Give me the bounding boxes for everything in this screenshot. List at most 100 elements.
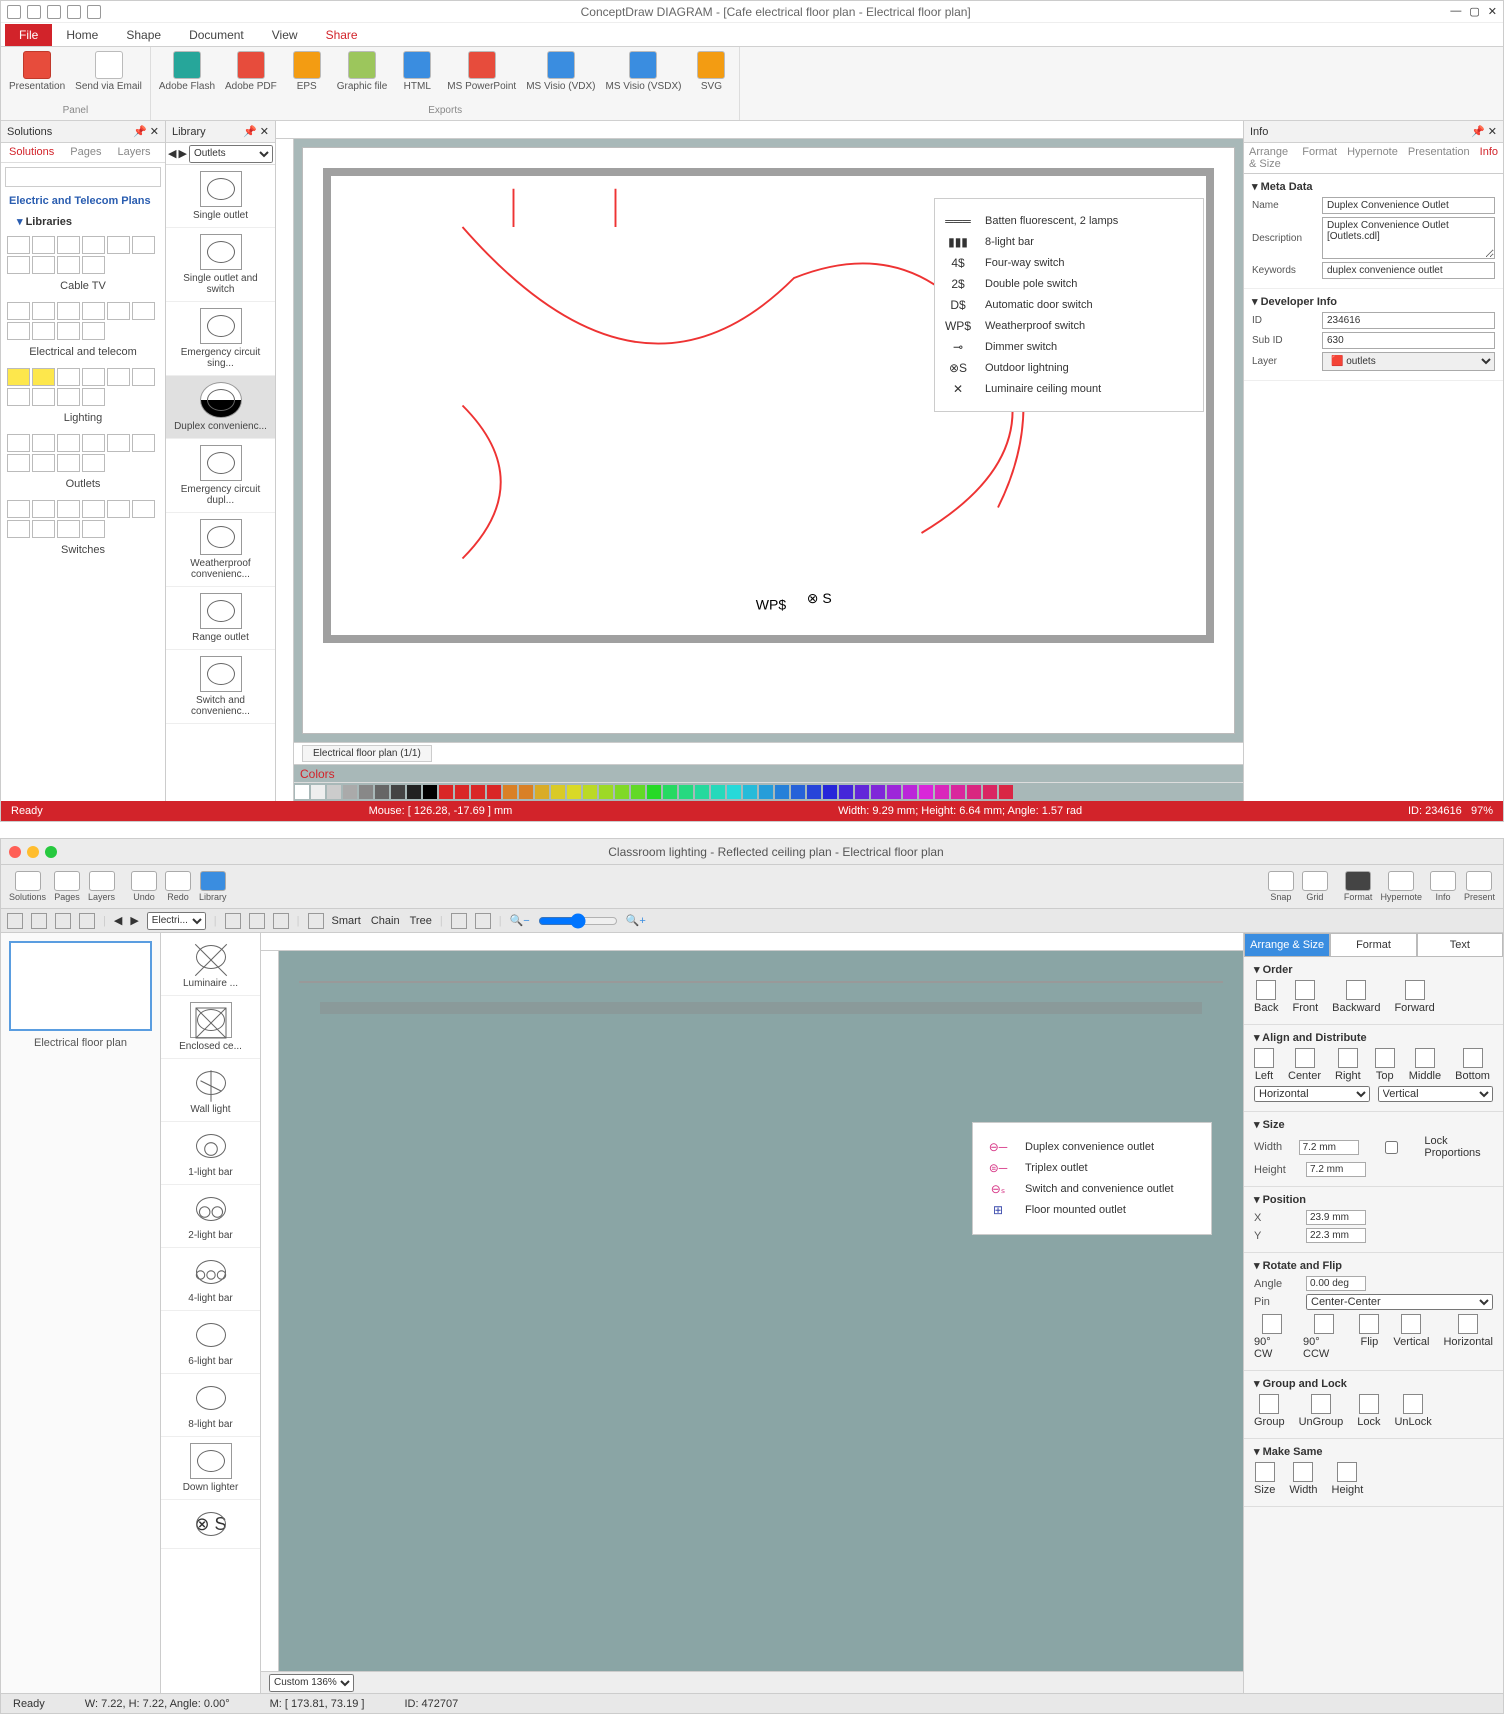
lib-prev-icon[interactable]: ◀ <box>168 147 176 160</box>
layers-button[interactable]: Layers <box>88 871 115 902</box>
present-button[interactable]: Present <box>1464 871 1495 902</box>
lib-item-selected[interactable]: Duplex convenienc... <box>166 376 275 439</box>
line-tool-icon[interactable] <box>225 913 241 929</box>
ungroup-button[interactable]: UnGroup <box>1299 1394 1344 1428</box>
lib-item[interactable]: Weatherproof convenienc... <box>166 513 275 587</box>
subid-input[interactable] <box>1322 332 1495 349</box>
flip-vertical[interactable]: Vertical <box>1393 1314 1429 1360</box>
color-swatch[interactable] <box>935 785 949 799</box>
align-right[interactable]: Right <box>1335 1048 1361 1082</box>
color-swatch[interactable] <box>823 785 837 799</box>
align-middle[interactable]: Middle <box>1409 1048 1441 1082</box>
same-size[interactable]: Size <box>1254 1462 1275 1496</box>
redo-button[interactable]: Redo <box>165 871 191 902</box>
export-flash[interactable]: Adobe Flash <box>159 51 215 92</box>
export-visio-vsdx[interactable]: MS Visio (VSDX) <box>606 51 682 92</box>
color-swatch[interactable] <box>711 785 725 799</box>
group-button[interactable]: Group <box>1254 1394 1285 1428</box>
align-center[interactable]: Center <box>1288 1048 1321 1082</box>
maximize-button[interactable]: ▢ <box>1469 5 1479 18</box>
color-swatch[interactable] <box>791 785 805 799</box>
lib-item[interactable]: Enclosed ce... <box>161 996 260 1059</box>
info-tab-arrange[interactable]: Arrange & Size <box>1244 143 1297 173</box>
color-swatch[interactable] <box>887 785 901 799</box>
lib-next-icon[interactable]: ▶ <box>130 914 138 927</box>
color-swatch[interactable] <box>855 785 869 799</box>
color-swatch[interactable] <box>743 785 757 799</box>
inspector-tab-text[interactable]: Text <box>1417 933 1503 957</box>
lib-item[interactable]: Emergency circuit sing... <box>166 302 275 376</box>
eyedropper-icon[interactable] <box>273 913 289 929</box>
panel-close-icon[interactable]: 📌 ✕ <box>1471 125 1497 138</box>
color-swatch[interactable] <box>487 785 501 799</box>
zoom-in-icon[interactable]: 🔍+ <box>626 914 646 927</box>
lib-item[interactable]: Single outlet and switch <box>166 228 275 302</box>
layer-select[interactable]: 🟥 outlets <box>1322 352 1495 371</box>
color-swatch[interactable] <box>775 785 789 799</box>
export-html[interactable]: HTML <box>397 51 437 92</box>
cursor-tool-icon[interactable] <box>7 913 23 929</box>
lib-item[interactable]: Luminaire ... <box>161 933 260 996</box>
zoom-button[interactable] <box>45 846 57 858</box>
drawing-page[interactable]: WP$ ⊗ S ═══Batten fluorescent, 2 lamps ▮… <box>302 147 1235 734</box>
presentation-button[interactable]: Presentation <box>9 51 65 92</box>
width-input[interactable] <box>1299 1140 1359 1155</box>
solutions-search-input[interactable] <box>5 167 161 187</box>
info-button[interactable]: Info <box>1430 871 1456 902</box>
color-swatch[interactable] <box>295 785 309 799</box>
smart-connector[interactable] <box>308 913 324 929</box>
minimize-button[interactable]: — <box>1450 5 1461 18</box>
color-swatch[interactable] <box>983 785 997 799</box>
color-swatch[interactable] <box>343 785 357 799</box>
distribute-horizontal[interactable]: Horizontal <box>1254 1086 1370 1102</box>
lib-prev-icon[interactable]: ◀ <box>114 914 122 927</box>
layers-tab[interactable]: Layers <box>109 143 158 162</box>
text-tool-icon[interactable] <box>31 913 47 929</box>
lock-button[interactable]: Lock <box>1357 1394 1380 1428</box>
lib-item[interactable]: 6-light bar <box>161 1311 260 1374</box>
flip[interactable]: Flip <box>1359 1314 1379 1360</box>
solutions-button[interactable]: Solutions <box>9 871 46 902</box>
library-grid-lighting[interactable]: Lighting <box>1 364 165 430</box>
same-width[interactable]: Width <box>1289 1462 1317 1496</box>
color-swatch[interactable] <box>599 785 613 799</box>
color-swatch[interactable] <box>359 785 373 799</box>
unlock-button[interactable]: UnLock <box>1394 1394 1431 1428</box>
color-swatch[interactable] <box>999 785 1013 799</box>
shape-tool-icon[interactable] <box>79 913 95 929</box>
tab-view[interactable]: View <box>258 24 312 46</box>
format-button[interactable]: Format <box>1344 871 1373 902</box>
angle-input[interactable] <box>1306 1276 1366 1291</box>
color-swatch[interactable] <box>647 785 661 799</box>
color-swatch[interactable] <box>567 785 581 799</box>
description-input[interactable]: Duplex Convenience Outlet [Outlets.cdl] <box>1322 217 1495 259</box>
close-button[interactable]: ✕ <box>1488 5 1497 18</box>
export-svg[interactable]: SVG <box>691 51 731 92</box>
lib-item[interactable]: Emergency circuit dupl... <box>166 439 275 513</box>
color-swatch[interactable] <box>871 785 885 799</box>
lib-item[interactable]: Wall light <box>161 1059 260 1122</box>
pin-select[interactable]: Center-Center <box>1306 1294 1493 1310</box>
lib-item[interactable]: Range outlet <box>166 587 275 650</box>
solutions-tab[interactable]: Solutions <box>1 143 62 162</box>
color-swatch[interactable] <box>759 785 773 799</box>
order-back[interactable]: Back <box>1254 980 1278 1014</box>
color-swatch[interactable] <box>631 785 645 799</box>
lib-item[interactable]: 8-light bar <box>161 1374 260 1437</box>
color-swatch[interactable] <box>615 785 629 799</box>
color-swatch[interactable] <box>583 785 597 799</box>
order-forward[interactable]: Forward <box>1394 980 1434 1014</box>
lib-item[interactable]: Down lighter <box>161 1437 260 1500</box>
libraries-section[interactable]: ▾ Libraries <box>1 211 165 232</box>
pages-button[interactable]: Pages <box>54 871 80 902</box>
solution-category[interactable]: Electric and Telecom Plans <box>1 191 165 211</box>
color-swatch[interactable] <box>535 785 549 799</box>
panel-pin-icon[interactable]: 📌 ✕ <box>133 125 159 138</box>
info-tab-hypernote[interactable]: Hypernote <box>1342 143 1403 173</box>
lib-next-icon[interactable]: ▶ <box>178 147 186 160</box>
grid-button[interactable]: Grid <box>1302 871 1328 902</box>
color-swatch[interactable] <box>663 785 677 799</box>
redo-icon[interactable] <box>67 5 81 19</box>
library-button[interactable]: Library <box>199 871 227 902</box>
shape-tool-icon[interactable] <box>55 913 71 929</box>
